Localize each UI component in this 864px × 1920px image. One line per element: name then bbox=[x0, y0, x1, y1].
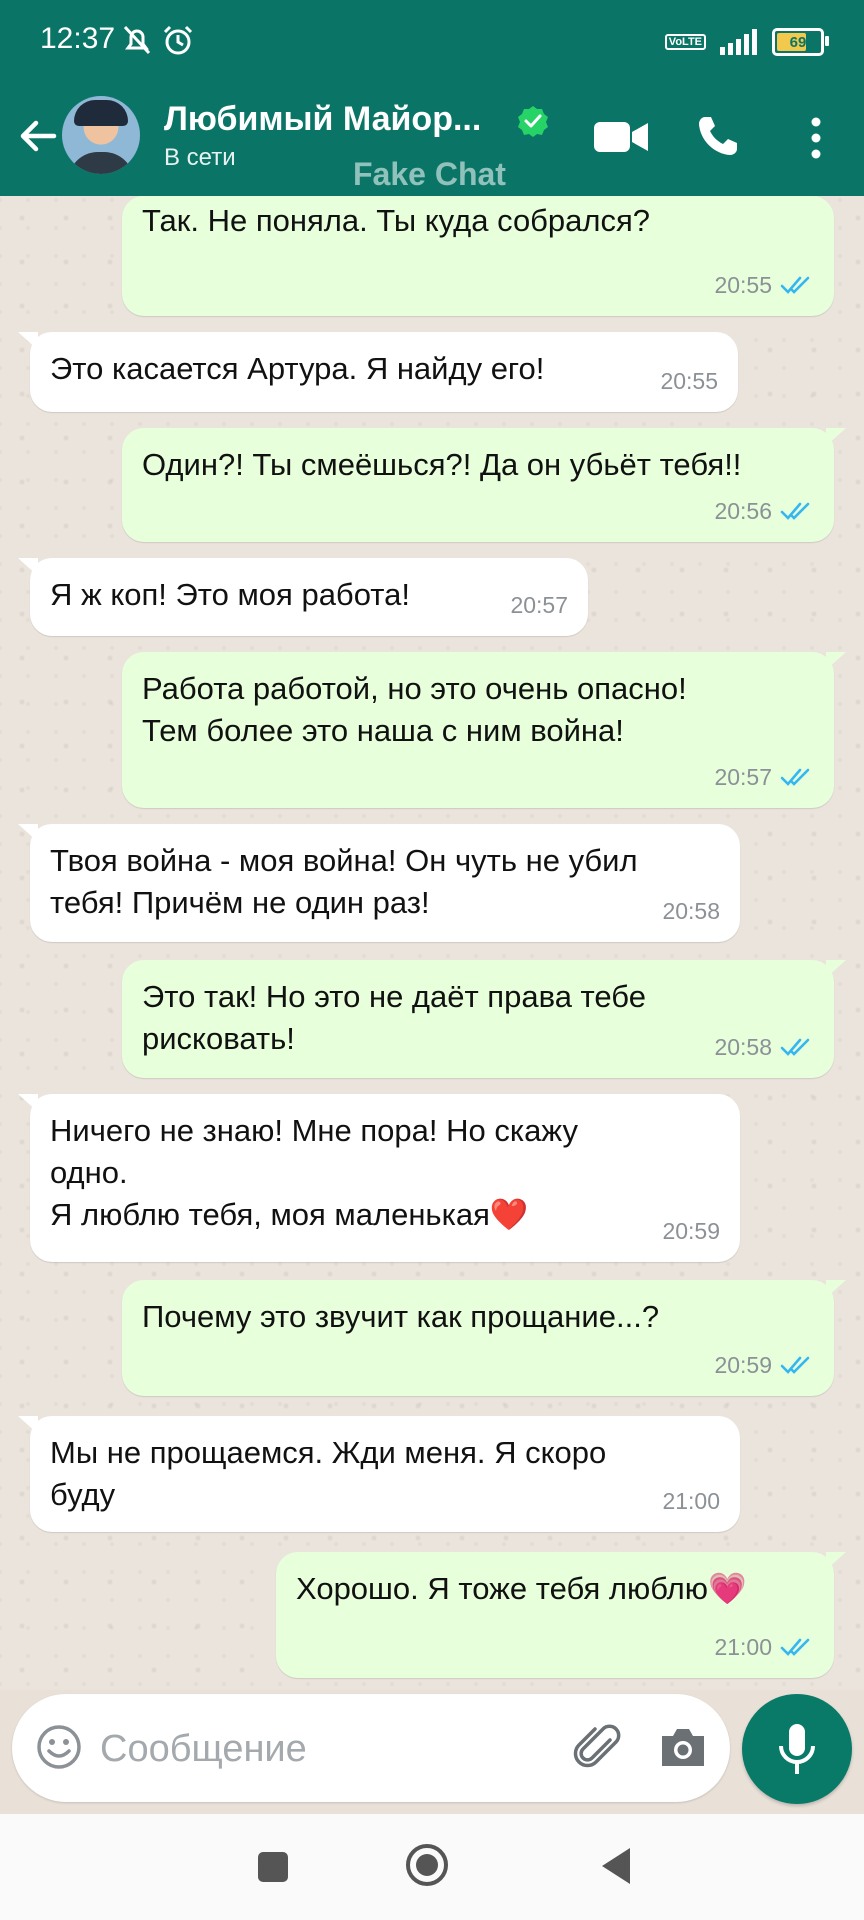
contact-name[interactable]: Любимый Майор... bbox=[164, 100, 481, 139]
read-ticks-icon bbox=[780, 276, 810, 294]
battery-icon: 69 bbox=[772, 28, 829, 56]
message-text: Твоя война - моя война! Он чуть не убил … bbox=[50, 843, 638, 920]
message-composer bbox=[12, 1694, 730, 1802]
mic-icon bbox=[779, 1724, 815, 1774]
camera-icon[interactable] bbox=[658, 1724, 708, 1770]
contact-avatar[interactable] bbox=[62, 96, 140, 174]
message-time: 20:59 bbox=[714, 1352, 772, 1378]
chat-header: Любимый Майор... В сети Fake Chat bbox=[0, 86, 864, 196]
message-outgoing[interactable]: Работа работой, но это очень опасно! Тем… bbox=[122, 652, 846, 808]
message-time: 20:57 bbox=[714, 764, 772, 790]
message-text: Ничего не знаю! Мне пора! Но скажу одно.… bbox=[50, 1113, 578, 1232]
voice-message-button[interactable] bbox=[742, 1694, 852, 1804]
message-time: 20:55 bbox=[660, 368, 718, 394]
volte-icon: VoLTE bbox=[664, 34, 706, 50]
message-time: 20:58 bbox=[714, 1034, 772, 1060]
message-text: Так. Не поняла. Ты куда собрался? bbox=[142, 203, 651, 238]
nav-back-icon[interactable] bbox=[598, 1846, 632, 1886]
phone-icon[interactable] bbox=[696, 114, 740, 158]
message-outgoing[interactable]: Так. Не поняла. Ты куда собрался? 20:55 bbox=[122, 196, 834, 316]
message-incoming[interactable]: Я ж коп! Это моя работа! 20:57 bbox=[18, 558, 588, 636]
status-bar: 12:37 VoLTE 69 bbox=[0, 0, 864, 86]
message-time: 20:58 bbox=[662, 898, 720, 924]
message-outgoing[interactable]: Почему это звучит как прощание...? 20:59 bbox=[122, 1280, 846, 1396]
message-time: 20:57 bbox=[510, 592, 568, 618]
top-bar: 12:37 VoLTE 69 Любимый Майор... В сети F… bbox=[0, 0, 864, 196]
message-text: Я ж коп! Это моя работа! bbox=[50, 577, 410, 612]
message-text: Хорошо. Я тоже тебя люблю💗 bbox=[296, 1571, 747, 1606]
message-text: Мы не прощаемся. Жди меня. Я скоро буду bbox=[50, 1435, 607, 1512]
message-outgoing[interactable]: Один?! Ты смеёшься?! Да он убьёт тебя!! … bbox=[122, 428, 846, 542]
contact-status: В сети bbox=[164, 144, 236, 171]
home-icon[interactable] bbox=[404, 1842, 450, 1888]
silent-bell-icon bbox=[123, 25, 151, 55]
read-ticks-icon bbox=[780, 1638, 810, 1656]
message-time: 21:00 bbox=[714, 1634, 772, 1660]
message-incoming[interactable]: Это касается Артура. Я найду его! 20:55 bbox=[18, 332, 738, 412]
message-text: Работа работой, но это очень опасно! Тем… bbox=[142, 671, 687, 748]
system-nav-bar bbox=[0, 1814, 864, 1920]
status-time: 12:37 bbox=[40, 22, 116, 55]
verified-icon bbox=[518, 106, 548, 137]
emoji-icon[interactable] bbox=[36, 1724, 82, 1770]
attach-icon[interactable] bbox=[572, 1722, 624, 1774]
chat-area[interactable]: Так. Не поняла. Ты куда собрался? 20:55 … bbox=[0, 196, 864, 1690]
read-ticks-icon bbox=[780, 1356, 810, 1374]
message-incoming[interactable]: Ничего не знаю! Мне пора! Но скажу одно.… bbox=[18, 1094, 740, 1262]
message-outgoing[interactable]: Это так! Но это не даёт права тебе риско… bbox=[122, 960, 846, 1078]
message-incoming[interactable]: Твоя война - моя война! Он чуть не убил … bbox=[18, 824, 740, 942]
message-text: Один?! Ты смеёшься?! Да он убьёт тебя!! bbox=[142, 447, 742, 482]
recent-apps-icon[interactable] bbox=[258, 1852, 288, 1882]
alarm-icon bbox=[163, 25, 193, 55]
message-outgoing[interactable]: Хорошо. Я тоже тебя люблю💗 21:00 bbox=[276, 1552, 846, 1678]
read-ticks-icon bbox=[780, 1038, 810, 1056]
watermark: Fake Chat bbox=[353, 156, 506, 192]
message-text: Почему это звучит как прощание...? bbox=[142, 1299, 660, 1334]
battery-level: 69 bbox=[789, 33, 807, 51]
message-time: 20:56 bbox=[714, 498, 772, 524]
read-ticks-icon bbox=[780, 502, 810, 520]
message-time: 20:55 bbox=[714, 272, 772, 298]
signal-icon bbox=[720, 29, 757, 55]
video-call-icon[interactable] bbox=[594, 120, 648, 154]
back-arrow-icon[interactable] bbox=[16, 114, 60, 158]
more-menu-icon[interactable] bbox=[808, 116, 824, 160]
message-text: Это так! Но это не даёт права тебе риско… bbox=[142, 979, 646, 1056]
message-incoming[interactable]: Мы не прощаемся. Жди меня. Я скоро буду … bbox=[18, 1416, 740, 1532]
read-ticks-icon bbox=[780, 768, 810, 786]
message-time: 21:00 bbox=[662, 1488, 720, 1514]
message-time: 20:59 bbox=[662, 1218, 720, 1244]
message-input[interactable] bbox=[98, 1716, 562, 1782]
message-text: Это касается Артура. Я найду его! bbox=[50, 351, 545, 386]
